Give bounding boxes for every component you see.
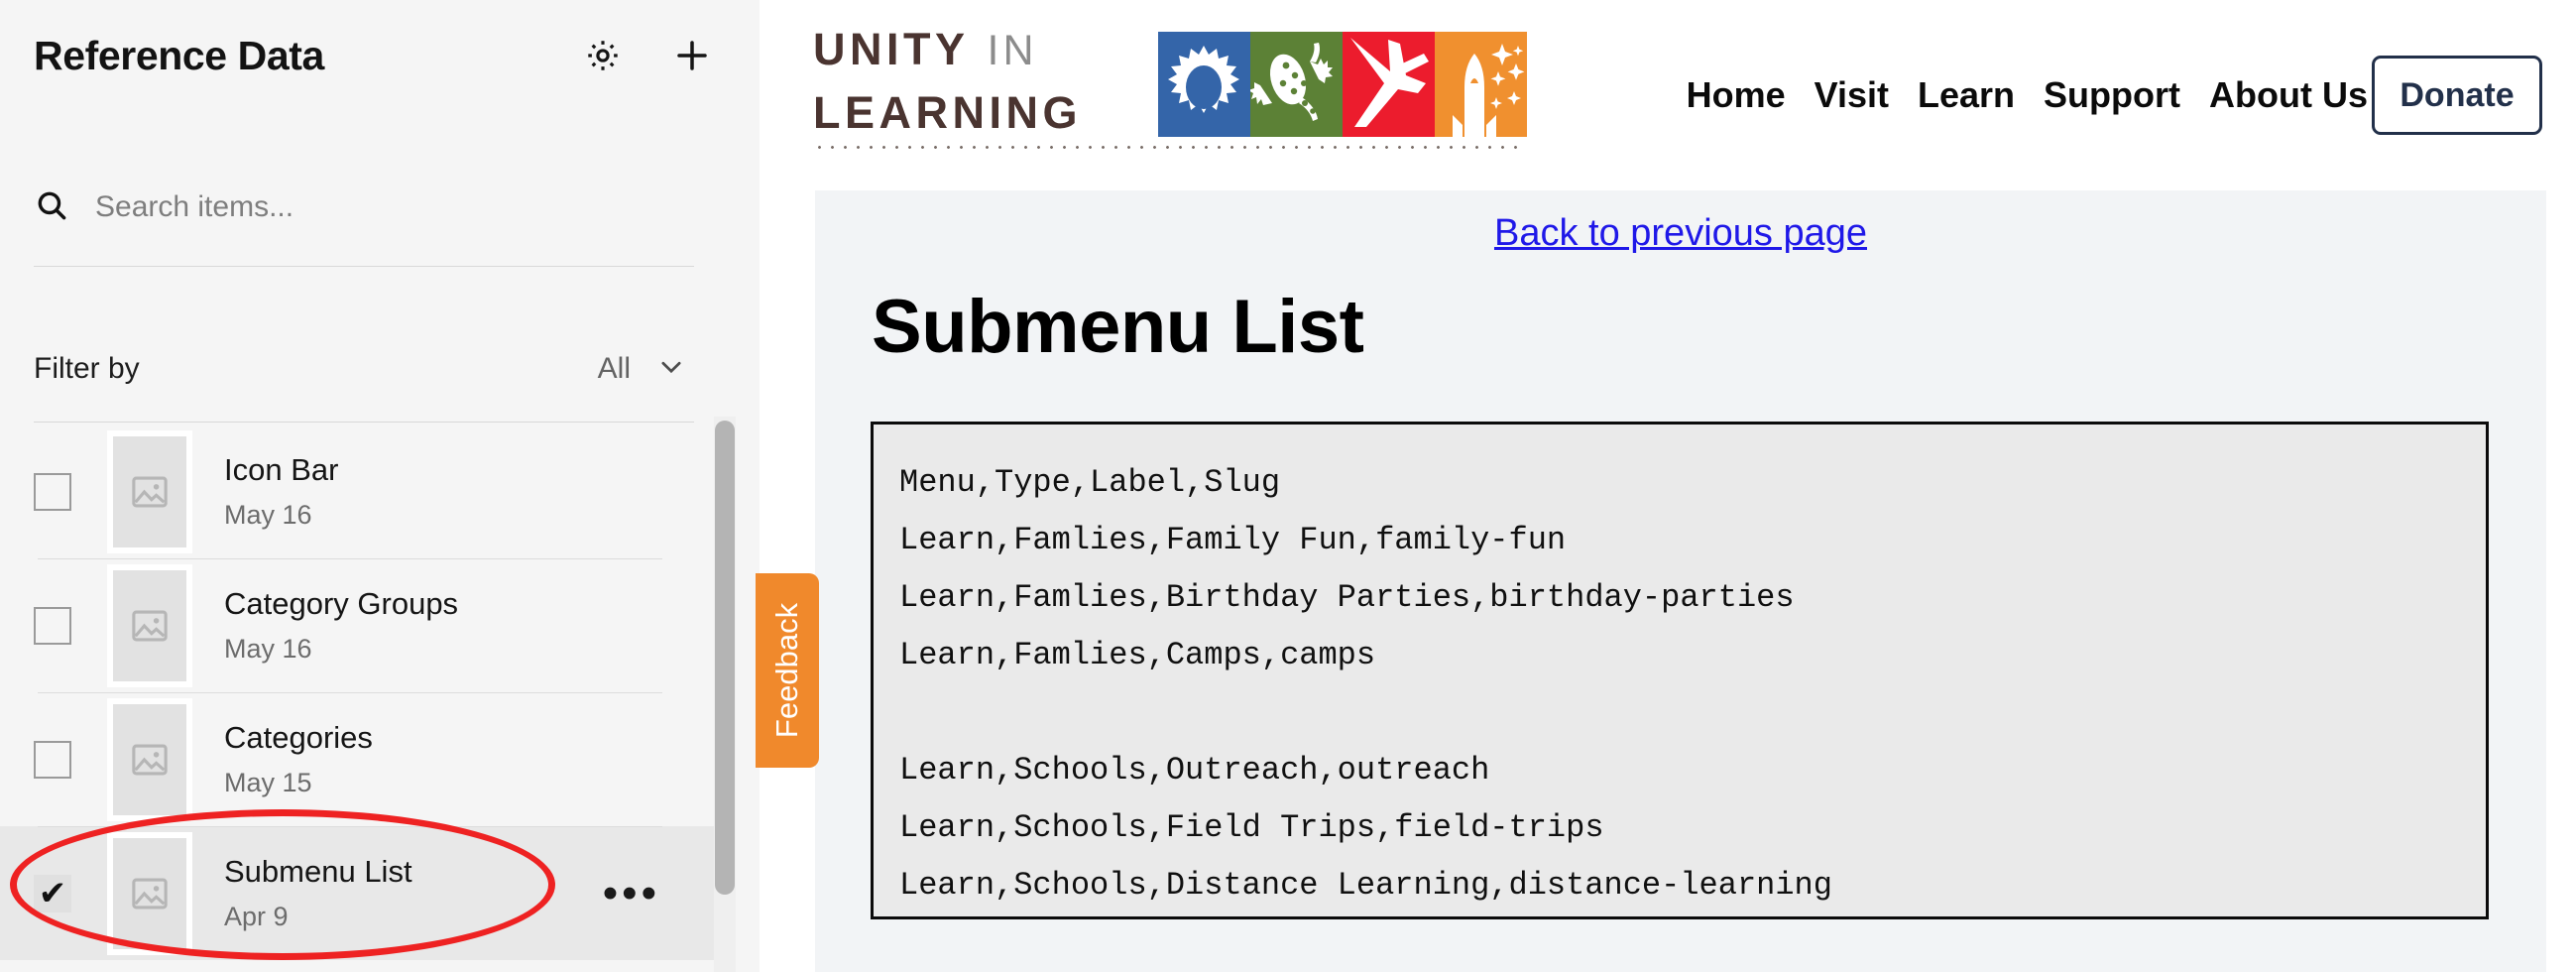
content-panel: Back to previous page Submenu List Menu,… <box>815 190 2546 972</box>
nav-item-support[interactable]: Support <box>2044 74 2180 116</box>
row-checkbox[interactable] <box>34 606 71 645</box>
gear-tile-icon <box>1158 32 1250 137</box>
feedback-label: Feedback <box>769 602 805 739</box>
logo-in-text: IN <box>987 27 1038 74</box>
filter-select[interactable]: All <box>598 352 694 387</box>
site-nav: Home Visit Learn Support About Us <box>1687 74 2368 116</box>
nav-item-visit[interactable]: Visit <box>1815 74 1889 116</box>
csv-line: Learn,Famlies,Birthday Parties,birthday-… <box>899 579 1795 616</box>
item-date: May 15 <box>224 768 312 797</box>
item-text: Icon Bar May 16 <box>224 452 338 531</box>
csv-line-blank <box>899 684 2486 742</box>
reference-item-list: Icon Bar May 16 Category Groups May 16 C… <box>0 425 734 960</box>
csv-line: Learn,Schools,Distance Learning,distance… <box>899 867 1832 904</box>
logo-dotted-rule <box>813 145 1525 150</box>
reference-data-sidebar: Reference Data Search items... Filter by… <box>0 0 760 972</box>
item-date: May 16 <box>224 634 312 664</box>
site-header: UNITY IN LEARNING Home Visit Learn Suppo… <box>760 0 2576 190</box>
item-name: Icon Bar <box>224 452 339 487</box>
page-title: Reference Data <box>34 32 324 78</box>
chevron-down-icon <box>656 352 686 387</box>
item-thumbnail <box>107 563 192 687</box>
logo-unity-text: UNITY <box>813 24 970 74</box>
nav-item-about-us[interactable]: About Us <box>2209 74 2368 116</box>
nav-item-learn[interactable]: Learn <box>1918 74 2015 116</box>
content-page-title: Submenu List <box>872 285 1364 369</box>
logo-icon-tiles <box>1158 32 1527 137</box>
filter-label: Filter by <box>34 352 140 385</box>
item-name: Submenu List <box>224 854 412 889</box>
search-divider <box>34 266 694 267</box>
item-date: Apr 9 <box>224 902 289 931</box>
item-text: Submenu List Apr 9 <box>224 854 412 932</box>
item-text: Category Groups May 16 <box>224 586 458 665</box>
back-to-previous-page-link[interactable]: Back to previous page <box>815 212 2546 255</box>
filter-bar[interactable]: Filter by All <box>34 345 694 393</box>
csv-line: Learn,Famlies,Family Fun,family-fun <box>899 522 1567 558</box>
logo-wordmark: UNITY IN LEARNING <box>813 24 1150 139</box>
plus-icon[interactable] <box>670 34 714 77</box>
airplane-tile-icon <box>1343 32 1435 137</box>
feedback-tab[interactable]: Feedback <box>756 573 819 768</box>
main-area: UNITY IN LEARNING Home Visit Learn Suppo… <box>760 0 2576 972</box>
gecko-tile-icon <box>1250 32 1343 137</box>
sidebar-scrollbar-thumb[interactable] <box>715 421 735 895</box>
sidebar-header-actions <box>581 34 728 77</box>
item-date: May 16 <box>224 500 312 530</box>
item-text: Categories May 15 <box>224 720 373 798</box>
list-item[interactable]: Categories May 15 <box>0 692 734 826</box>
item-thumbnail <box>107 429 192 553</box>
filter-selected-value: All <box>597 352 631 385</box>
csv-line: Learn,Schools,Field Trips,field-trips <box>899 809 1604 846</box>
row-overflow-menu-icon[interactable]: ••• <box>603 872 660 914</box>
sidebar-header: Reference Data <box>34 18 728 93</box>
search-icon <box>34 187 69 228</box>
filter-divider <box>34 422 694 423</box>
search-bar[interactable] <box>34 174 728 241</box>
row-checkbox-checked[interactable]: ✔ <box>34 874 71 912</box>
logo-learning-text: LEARNING <box>813 87 1082 138</box>
csv-content-box: Menu,Type,Label,Slug Learn,Famlies,Famil… <box>871 422 2489 919</box>
item-name: Categories <box>224 720 373 755</box>
unity-in-learning-logo: UNITY IN LEARNING <box>813 14 1527 163</box>
list-item[interactable]: Category Groups May 16 <box>0 558 734 692</box>
app-root: Reference Data Search items... Filter by… <box>0 0 2576 972</box>
row-checkbox[interactable] <box>34 472 71 511</box>
item-thumbnail <box>107 831 192 955</box>
rocket-tile-icon <box>1435 32 1527 137</box>
csv-line: Learn,Famlies,Camps,camps <box>899 637 1376 673</box>
donate-button[interactable]: Donate <box>2372 56 2542 135</box>
csv-line: Learn,Schools,Outreach,outreach <box>899 752 1490 789</box>
search-input[interactable] <box>95 190 690 224</box>
checkmark-icon: ✔ <box>38 874 67 912</box>
item-thumbnail <box>107 697 192 821</box>
gear-icon[interactable] <box>581 34 625 77</box>
item-name: Category Groups <box>224 586 459 621</box>
list-item-selected[interactable]: ✔ Submenu List Apr 9 ••• <box>0 826 734 960</box>
row-checkbox[interactable] <box>34 740 71 779</box>
list-item[interactable]: Icon Bar May 16 <box>0 425 734 558</box>
nav-item-home[interactable]: Home <box>1687 74 1786 116</box>
csv-line: Menu,Type,Label,Slug <box>899 464 1281 501</box>
